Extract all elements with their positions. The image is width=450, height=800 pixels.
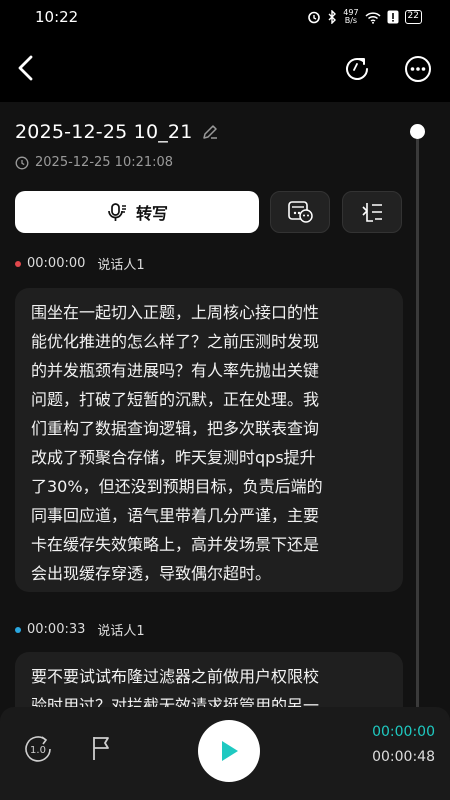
recording-title: 2025-12-25 10_21 <box>15 121 193 143</box>
segment-time[interactable]: 00:00:00 <box>27 256 85 271</box>
transcript-line: 同事回应道，语气里带着几分严谨，主要 <box>31 506 320 525</box>
transcript-line: 了30%，但还没到预期目标，负责后端的 <box>31 477 323 496</box>
segment-header: 00:00:00 说话人1 <box>15 254 145 273</box>
speaker-dot <box>15 626 21 633</box>
segment-time[interactable]: 00:00:33 <box>27 622 85 637</box>
status-time: 10:22 <box>35 8 79 26</box>
speed-icon: 1.0 <box>25 736 51 762</box>
summary-bot-icon <box>288 201 313 223</box>
wifi-icon <box>365 11 381 24</box>
transcript-line: 们重构了数据查询逻辑，把多次联表查询 <box>31 419 320 438</box>
play-button[interactable] <box>198 720 260 782</box>
datetime-row: 2025-12-25 10:21:08 <box>15 155 173 170</box>
outline-button[interactable] <box>342 191 402 233</box>
sim-alert-icon <box>387 10 399 24</box>
edit-icon[interactable] <box>201 123 219 141</box>
transcript-line: 改成了预聚合存储，昨天复测时qps提升 <box>31 448 316 467</box>
transcript-line: 会出现缓存穿透，导致偶尔超时。 <box>31 564 272 583</box>
speed-value: 1.0 <box>30 745 46 756</box>
transcript-bubble[interactable]: 围坐在一起切入正题，上周核心接口的性 能优化推进的怎么样了？之前压测时发现 的并… <box>15 288 403 592</box>
transcript-line: 围坐在一起切入正题，上周核心接口的性 <box>31 303 320 322</box>
speaker-name[interactable]: 说话人1 <box>97 254 144 273</box>
mark-button[interactable] <box>88 733 116 763</box>
transcript-line: 能优化推进的怎么样了？之前压测时发现 <box>31 332 320 351</box>
transcript-line: 卡在缓存失效策略上，高并发场景下还是 <box>31 535 320 554</box>
transcript-line: 的并发瓶颈有进展吗？有人率先抛出关键 <box>31 361 320 380</box>
speaker-name[interactable]: 说话人1 <box>97 620 144 639</box>
total-time: 00:00:48 <box>372 749 435 765</box>
speaker-dot <box>15 260 21 267</box>
transcribe-label: 转写 <box>135 204 168 223</box>
clock-icon <box>15 156 29 169</box>
transcript-line: 要不要试试布隆过滤器之前做用户权限校 <box>31 667 320 686</box>
flag-icon <box>93 737 109 760</box>
back-icon[interactable] <box>12 52 40 84</box>
segment-header: 00:00:33 说话人1 <box>15 620 145 639</box>
list-outline-icon <box>362 203 382 222</box>
scrollbar-thumb[interactable] <box>410 124 425 139</box>
transcribe-button[interactable]: 转写 <box>15 191 259 233</box>
mic-transcribe-icon <box>108 203 126 221</box>
battery-icon: 22 <box>404 10 422 24</box>
summary-button[interactable] <box>270 191 330 233</box>
refresh-icon[interactable] <box>342 54 372 84</box>
recording-datetime: 2025-12-25 10:21:08 <box>35 155 174 170</box>
alarm-icon <box>308 11 321 24</box>
player-bar: 1.0 00:00:00 00:00:48 <box>0 707 450 800</box>
more-icon[interactable] <box>403 54 433 84</box>
current-time: 00:00:00 <box>372 724 435 740</box>
main-panel: 2025-12-25 10_21 2025-12-25 10:21:08 转写 … <box>0 102 450 800</box>
net-speed: 497 B/s <box>343 8 359 25</box>
transcript-line: 问题，打破了短暂的沉默，正在处理。我 <box>31 390 320 409</box>
status-icons: 497 B/s 22 <box>307 6 422 28</box>
top-bar <box>0 34 450 102</box>
playback-speed-button[interactable]: 1.0 <box>20 731 56 767</box>
status-bar: 10:22 497 B/s 22 <box>0 0 450 34</box>
title-row: 2025-12-25 10_21 <box>15 121 219 143</box>
scrollbar-track[interactable] <box>416 132 419 712</box>
play-icon <box>222 741 238 761</box>
bluetooth-icon <box>328 10 337 24</box>
